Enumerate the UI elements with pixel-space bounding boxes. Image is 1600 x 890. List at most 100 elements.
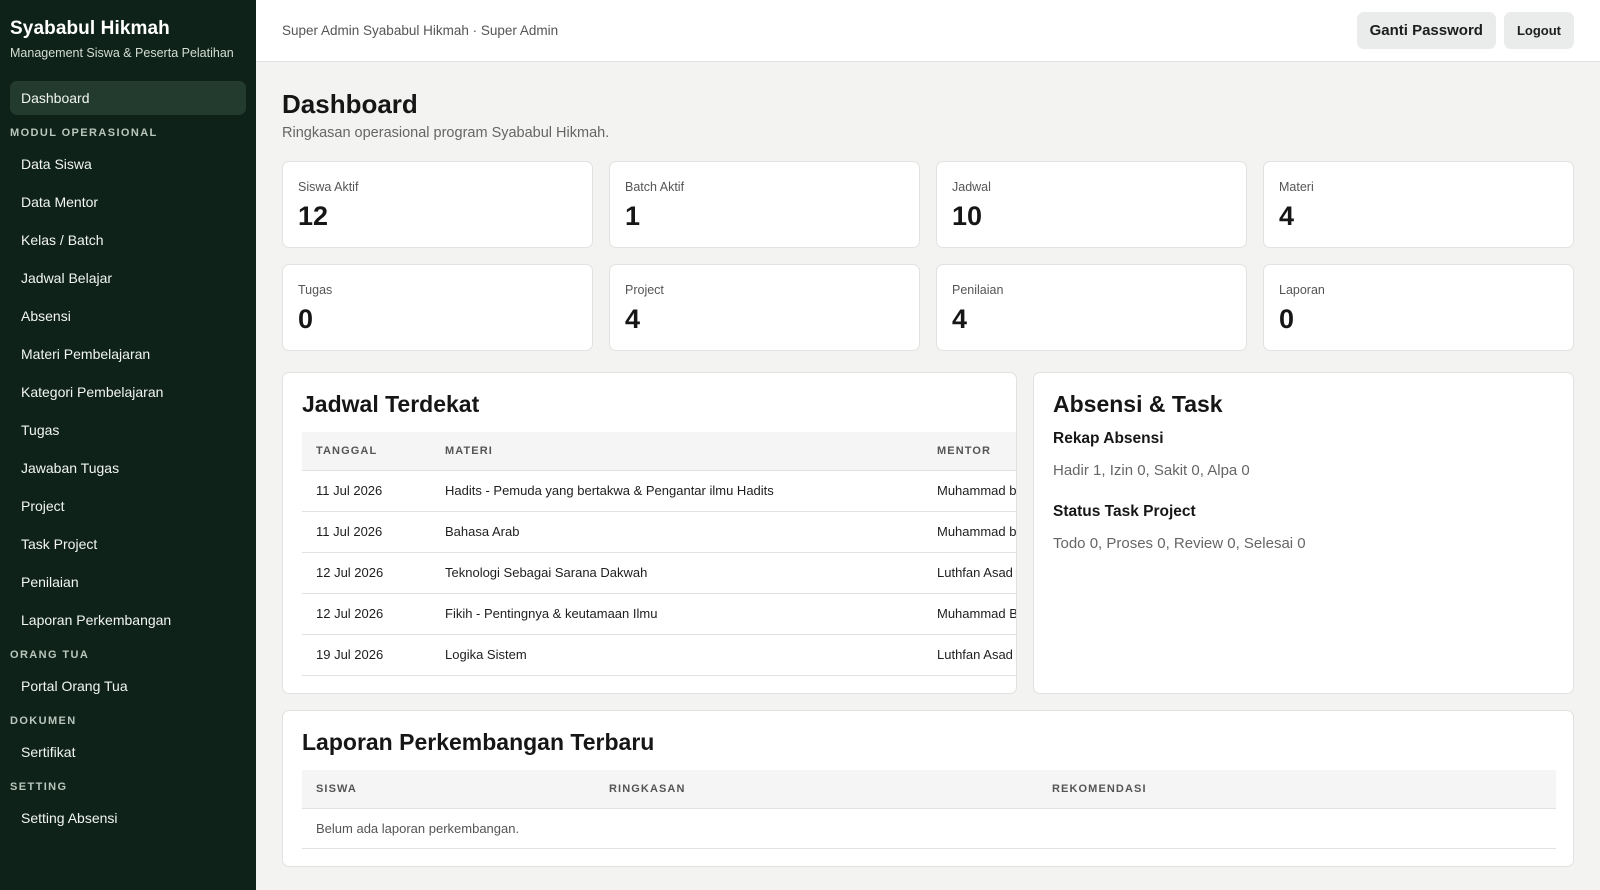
sidebar-item-setting-absensi[interactable]: Setting Absensi xyxy=(10,801,246,835)
stat-value: 4 xyxy=(952,304,968,334)
absensi-task-panel: Absensi & Task Rekap Absensi Hadir 1, Iz… xyxy=(1033,372,1574,694)
stat-value: 0 xyxy=(1279,304,1295,334)
rekap-absensi-title: Rekap Absensi xyxy=(1053,430,1164,447)
table-cell: Luthfan Asad xyxy=(923,634,1016,676)
sidebar-item-portal-orang-tua[interactable]: Portal Orang Tua xyxy=(10,669,246,703)
change-password-button[interactable]: Ganti Password xyxy=(1356,12,1496,49)
table-header-row: SISWA RINGKASAN REKOMENDASI xyxy=(302,770,1556,809)
sidebar-item-tugas[interactable]: Tugas xyxy=(10,413,246,447)
table-cell: 11 Jul 2026 xyxy=(302,511,431,553)
nav-section-modul-operasional: MODUL OPERASIONAL Data Siswa Data Mentor… xyxy=(10,119,246,637)
sidebar-item-absensi[interactable]: Absensi xyxy=(10,299,246,333)
panel-title: Jadwal Terdekat xyxy=(302,391,480,417)
stat-label: Batch Aktif xyxy=(625,180,685,194)
nav-section-orang-tua: ORANG TUA Portal Orang Tua xyxy=(10,641,246,703)
stat-label: Jadwal xyxy=(952,180,991,194)
stat-card-tugas: Tugas 0 xyxy=(282,264,593,351)
sidebar-item-materi-pembelajaran[interactable]: Materi Pembelajaran xyxy=(10,337,246,371)
table-cell: Muhammad b xyxy=(923,470,1016,512)
status-task-title: Status Task Project xyxy=(1053,503,1196,520)
sidebar-item-sertifikat[interactable]: Sertifikat xyxy=(10,735,246,769)
dashboard-row: Jadwal Terdekat TANGGAL MATERI MENTOR 11… xyxy=(282,372,1574,694)
table-cell: Muhammad b xyxy=(923,511,1016,553)
brand-title: Syababul Hikmah xyxy=(10,18,170,39)
status-task-text: Todo 0, Proses 0, Review 0, Selesai 0 xyxy=(1053,535,1306,552)
main-content: Dashboard Ringkasan operasional program … xyxy=(282,62,1574,867)
table-cell: Teknologi Sebagai Sarana Dakwah xyxy=(431,552,923,594)
table-header-row: TANGGAL MATERI MENTOR xyxy=(302,432,1016,471)
nav-section-setting: SETTING Setting Absensi xyxy=(10,773,246,835)
stat-value: 12 xyxy=(298,201,329,231)
topbar: Super Admin Syababul Hikmah · Super Admi… xyxy=(256,0,1600,62)
sidebar-item-laporan-perkembangan[interactable]: Laporan Perkembangan xyxy=(10,603,246,637)
table-cell: Logika Sistem xyxy=(431,634,923,676)
stat-value: 1 xyxy=(625,201,641,231)
table-cell: Muhammad B xyxy=(923,593,1016,635)
sidebar-item-jadwal-belajar[interactable]: Jadwal Belajar xyxy=(10,261,246,295)
column-header: REKOMENDASI xyxy=(1038,770,1556,809)
column-header: TANGGAL xyxy=(302,432,431,471)
column-header: RINGKASAN xyxy=(595,770,1038,809)
laporan-table: SISWA RINGKASAN REKOMENDASI Belum ada la… xyxy=(302,770,1556,849)
nav-section-dokumen: DOKUMEN Sertifikat xyxy=(10,707,246,769)
column-header: SISWA xyxy=(302,770,595,809)
stat-value: 4 xyxy=(1279,201,1295,231)
sidebar-item-task-project[interactable]: Task Project xyxy=(10,527,246,561)
stat-label: Tugas xyxy=(298,283,333,297)
stats-grid: Siswa Aktif 12 Batch Aktif 1 Jadwal 10 M… xyxy=(282,161,1574,351)
table-row: 11 Jul 2026 Hadits - Pemuda yang bertakw… xyxy=(302,470,1016,512)
stat-label: Siswa Aktif xyxy=(298,180,359,194)
sidebar-item-data-siswa[interactable]: Data Siswa xyxy=(10,147,246,181)
page-title: Dashboard xyxy=(282,89,418,119)
logout-button[interactable]: Logout xyxy=(1503,12,1574,49)
sidebar-item-kategori-pembelajaran[interactable]: Kategori Pembelajaran xyxy=(10,375,246,409)
table-cell: Hadits - Pemuda yang bertakwa & Penganta… xyxy=(431,470,923,512)
sidebar-item-kelas-batch[interactable]: Kelas / Batch xyxy=(10,223,246,257)
sidebar-item-jawaban-tugas[interactable]: Jawaban Tugas xyxy=(10,451,246,485)
nav-section-title: ORANG TUA xyxy=(10,649,90,661)
table-cell: 12 Jul 2026 xyxy=(302,593,431,635)
table-cell: 19 Jul 2026 xyxy=(302,634,431,676)
stat-value: 4 xyxy=(625,304,641,334)
stat-label: Project xyxy=(625,283,664,297)
nav-section-title: SETTING xyxy=(10,781,68,793)
stat-value: 10 xyxy=(952,201,983,231)
header-actions: Ganti Password Logout xyxy=(1356,12,1574,49)
sidebar-item-data-mentor[interactable]: Data Mentor xyxy=(10,185,246,219)
table-cell: Luthfan Asad xyxy=(923,552,1016,594)
nav-section-title: MODUL OPERASIONAL xyxy=(10,127,158,139)
laporan-perkembangan-panel: Laporan Perkembangan Terbaru SISWA RINGK… xyxy=(282,710,1574,867)
empty-state-message: Belum ada laporan perkembangan. xyxy=(302,808,1556,849)
stat-card-batch-aktif: Batch Aktif 1 xyxy=(609,161,920,248)
table-row: 12 Jul 2026 Fikih - Pentingnya & keutama… xyxy=(302,593,1016,635)
table-row: 19 Jul 2026 Logika Sistem Luthfan Asad xyxy=(302,634,1016,676)
table-row: 11 Jul 2026 Bahasa Arab Muhammad b xyxy=(302,511,1016,553)
table-cell: 11 Jul 2026 xyxy=(302,470,431,512)
sidebar-item-penilaian[interactable]: Penilaian xyxy=(10,565,246,599)
sidebar-item-project[interactable]: Project xyxy=(10,489,246,523)
stat-label: Laporan xyxy=(1279,283,1325,297)
stat-card-materi: Materi 4 xyxy=(1263,161,1574,248)
sidebar: Syababul Hikmah Management Siswa & Peser… xyxy=(0,0,256,890)
stat-card-siswa-aktif: Siswa Aktif 12 xyxy=(282,161,593,248)
jadwal-table: TANGGAL MATERI MENTOR 11 Jul 2026 Hadits… xyxy=(302,432,1016,676)
stat-card-laporan: Laporan 0 xyxy=(1263,264,1574,351)
column-header: MATERI xyxy=(431,432,923,471)
table-row: 12 Jul 2026 Teknologi Sebagai Sarana Dak… xyxy=(302,552,1016,594)
table-cell: 12 Jul 2026 xyxy=(302,552,431,594)
table-cell: Bahasa Arab xyxy=(431,511,923,553)
column-header: MENTOR xyxy=(923,432,1016,471)
jadwal-terdekat-panel: Jadwal Terdekat TANGGAL MATERI MENTOR 11… xyxy=(282,372,1017,694)
sidebar-item-dashboard[interactable]: Dashboard xyxy=(10,81,246,115)
stat-card-project: Project 4 xyxy=(609,264,920,351)
stat-card-penilaian: Penilaian 4 xyxy=(936,264,1247,351)
stat-label: Penilaian xyxy=(952,283,1004,297)
table-row-empty: Belum ada laporan perkembangan. xyxy=(302,808,1556,849)
table-cell: Fikih - Pentingnya & keutamaan Ilmu xyxy=(431,593,923,635)
panel-title: Laporan Perkembangan Terbaru xyxy=(302,729,655,755)
panel-title: Absensi & Task xyxy=(1053,391,1223,417)
nav-section-title: DOKUMEN xyxy=(10,715,77,727)
current-user-label: Super Admin Syababul Hikmah · Super Admi… xyxy=(282,23,559,38)
stat-card-jadwal: Jadwal 10 xyxy=(936,161,1247,248)
stat-label: Materi xyxy=(1279,180,1314,194)
